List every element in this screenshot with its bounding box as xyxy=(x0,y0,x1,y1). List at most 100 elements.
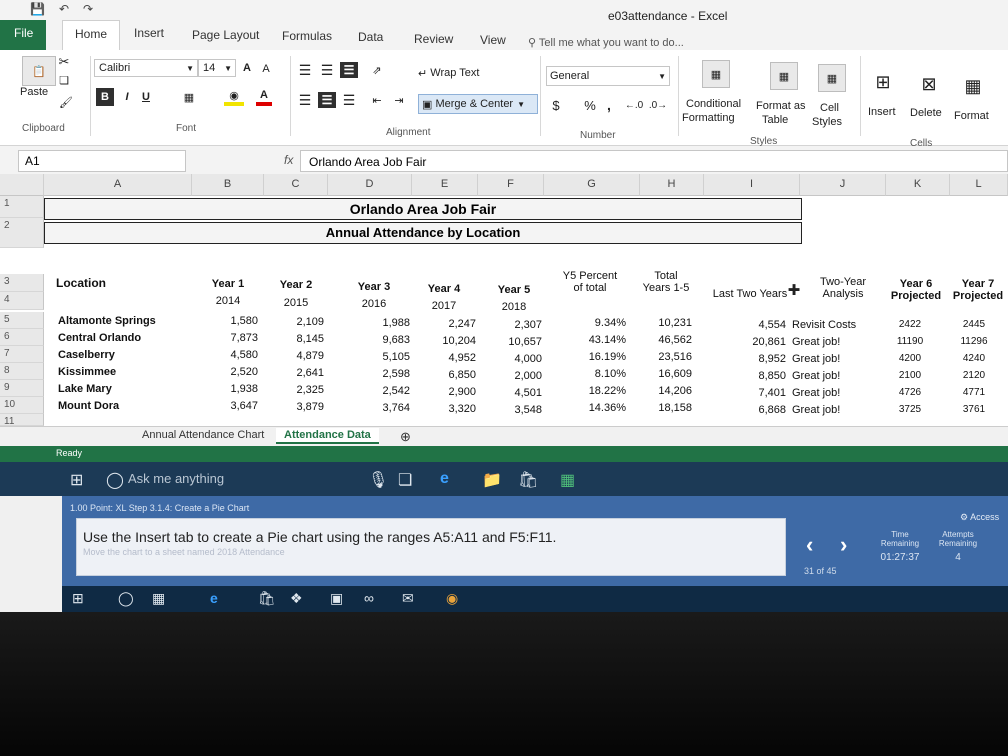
store-icon[interactable]: 🛍 xyxy=(518,470,538,490)
header-year3[interactable]: Year 3 xyxy=(344,281,404,293)
font-color-icon[interactable]: A xyxy=(256,88,272,106)
year-value-5[interactable]: 2018 xyxy=(484,301,544,313)
search-box[interactable]: Ask me anything xyxy=(100,466,340,492)
location-cell[interactable]: Caselberry xyxy=(58,349,115,361)
add-sheet-icon[interactable]: ⊕ xyxy=(392,428,419,446)
sheet-subtitle[interactable]: Annual Attendance by Location xyxy=(44,222,802,244)
mail-icon[interactable]: ✉ xyxy=(402,590,414,607)
year-3-value[interactable]: 3,764 xyxy=(354,402,410,414)
cell-styles-icon[interactable]: ▦ xyxy=(818,64,846,92)
task-view-icon[interactable]: ▦ xyxy=(152,590,165,607)
year-5-value[interactable]: 10,657 xyxy=(486,336,542,348)
access-link[interactable]: ⚙ Access xyxy=(960,512,999,523)
tab-insert[interactable]: Insert xyxy=(134,26,164,40)
name-box[interactable]: A1 xyxy=(18,150,186,172)
col-header-d[interactable]: D xyxy=(328,174,412,196)
microphone-icon[interactable]: 🎙 xyxy=(368,470,388,490)
format-cells-icon[interactable]: ▦ xyxy=(960,72,986,100)
total-cell[interactable]: 16,609 xyxy=(636,368,692,380)
row-header-7[interactable]: 7 xyxy=(0,346,44,363)
two-year-analysis-cell[interactable]: Great job! xyxy=(792,353,840,365)
year-7-projected-cell[interactable]: 4240 xyxy=(944,353,1004,364)
tab-file[interactable]: File xyxy=(0,20,46,50)
align-top-icon[interactable]: ☰ xyxy=(296,62,314,78)
borders-icon[interactable]: ▦ xyxy=(180,88,198,106)
row-header-11[interactable]: 11 xyxy=(0,414,44,427)
row-header-4[interactable]: 4 xyxy=(0,292,44,310)
paste-icon[interactable]: 📋 xyxy=(22,56,56,86)
total-cell[interactable]: 46,562 xyxy=(636,334,692,346)
format-painter-icon[interactable]: 🖌 xyxy=(58,94,74,110)
year-5-value[interactable]: 2,000 xyxy=(486,370,542,382)
row-header-8[interactable]: 8 xyxy=(0,363,44,380)
year-6-projected-cell[interactable]: 2100 xyxy=(880,370,940,381)
windows-start-icon[interactable]: ⊞ xyxy=(72,590,84,607)
year-6-projected-cell[interactable]: 11190 xyxy=(880,336,940,347)
insert-cells-icon[interactable]: ⊞ xyxy=(870,68,896,96)
chrome-icon[interactable]: ◉ xyxy=(446,590,458,607)
header-last-two-years[interactable]: Last Two Years xyxy=(702,288,798,300)
y5-percent-cell[interactable]: 14.36% xyxy=(570,402,626,414)
orientation-icon[interactable]: ⇗ xyxy=(366,62,388,78)
comma-button[interactable]: , xyxy=(604,96,614,114)
save-icon[interactable]: 💾 xyxy=(30,2,45,16)
spreadsheet-grid[interactable]: A B C D E F G H I J K L 1 2 3 4 5 6 7 8 … xyxy=(0,174,1008,440)
two-year-analysis-cell[interactable]: Great job! xyxy=(792,370,840,382)
total-cell[interactable]: 10,231 xyxy=(636,317,692,329)
sheet-tab-annual-attendance-chart[interactable]: Annual Attendance Chart xyxy=(134,428,272,442)
col-header-g[interactable]: G xyxy=(544,174,640,196)
y5-percent-cell[interactable]: 8.10% xyxy=(570,368,626,380)
col-header-i[interactable]: I xyxy=(704,174,800,196)
dropbox-icon[interactable]: ❖ xyxy=(290,590,303,607)
year-3-value[interactable]: 2,542 xyxy=(354,385,410,397)
align-left-icon[interactable]: ☰ xyxy=(296,92,314,108)
merge-center-button[interactable]: ▣ Merge & Center ▼ xyxy=(418,94,538,114)
col-header-c[interactable]: C xyxy=(264,174,328,196)
cell-styles-label-1[interactable]: Cell xyxy=(820,102,839,114)
last-two-years-cell[interactable]: 7,401 xyxy=(730,387,786,399)
last-two-years-cell[interactable]: 4,554 xyxy=(730,319,786,331)
conditional-formatting-icon[interactable]: ▦ xyxy=(702,60,730,88)
fill-color-icon[interactable]: ◉ xyxy=(224,88,244,106)
header-year2[interactable]: Year 2 xyxy=(266,279,326,291)
col-header-f[interactable]: F xyxy=(478,174,544,196)
select-all-corner[interactable] xyxy=(0,174,44,196)
cut-icon[interactable]: ✂ xyxy=(56,54,72,70)
year-2-value[interactable]: 8,145 xyxy=(268,333,324,345)
infinity-icon[interactable]: ∞ xyxy=(364,590,374,606)
year-4-value[interactable]: 3,320 xyxy=(420,403,476,415)
header-year4[interactable]: Year 4 xyxy=(414,283,474,295)
col-header-a[interactable]: A xyxy=(44,174,192,196)
row-header-5[interactable]: 5 xyxy=(0,312,44,329)
year-value-1[interactable]: 2014 xyxy=(198,295,258,307)
paste-label[interactable]: Paste xyxy=(20,86,48,98)
col-header-b[interactable]: B xyxy=(192,174,264,196)
year-value-2[interactable]: 2015 xyxy=(266,297,326,309)
year-5-value[interactable]: 4,000 xyxy=(486,353,542,365)
location-cell[interactable]: Mount Dora xyxy=(58,400,119,412)
year-3-value[interactable]: 9,683 xyxy=(354,334,410,346)
font-name-select[interactable]: Calibri ▼ xyxy=(94,59,198,77)
row-header-3[interactable]: 3 xyxy=(0,274,44,292)
year-2-value[interactable]: 4,879 xyxy=(268,350,324,362)
header-year5[interactable]: Year 5 xyxy=(484,284,544,296)
align-right-icon[interactable]: ☰ xyxy=(340,92,358,108)
year-7-projected-cell[interactable]: 2445 xyxy=(944,319,1004,330)
tell-me[interactable]: ⚲ Tell me what you want to do... xyxy=(528,36,684,49)
underline-button[interactable]: U xyxy=(138,88,154,106)
tab-home[interactable]: Home xyxy=(62,20,121,50)
align-center-icon[interactable]: ☰ xyxy=(318,92,336,108)
y5-percent-cell[interactable]: 9.34% xyxy=(570,317,626,329)
year-1-value[interactable]: 3,647 xyxy=(202,400,258,412)
year-4-value[interactable]: 2,900 xyxy=(420,386,476,398)
y5-percent-cell[interactable]: 43.14% xyxy=(570,334,626,346)
number-format-select[interactable]: General ▼ xyxy=(546,66,670,86)
total-cell[interactable]: 18,158 xyxy=(636,402,692,414)
currency-button[interactable]: $ xyxy=(548,96,564,114)
year-1-value[interactable]: 1,580 xyxy=(202,315,258,327)
shrink-font-button[interactable]: A xyxy=(260,61,272,77)
year-1-value[interactable]: 1,938 xyxy=(202,383,258,395)
col-header-j[interactable]: J xyxy=(800,174,886,196)
cell-styles-label-2[interactable]: Styles xyxy=(812,116,842,128)
font-size-select[interactable]: 14 ▼ xyxy=(198,59,236,77)
